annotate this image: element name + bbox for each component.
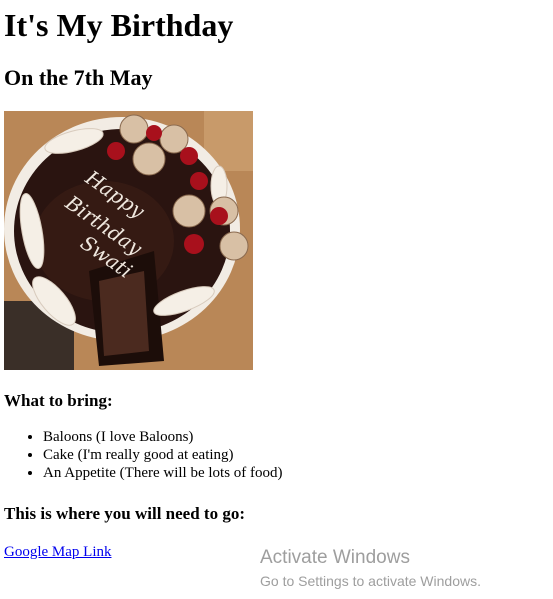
what-to-bring-heading: What to bring: [4,391,113,410]
list-item: An Appetite (There will be lots of food) [43,464,283,482]
page-title: It's My Birthday [4,7,234,43]
list-item: Cake (I'm really good at eating) [43,446,283,464]
page-subtitle: On the 7th May [4,65,153,90]
activate-windows-watermark: Activate Windows Go to Settings to activ… [260,546,481,590]
bring-list: Baloons (I love Baloons) Cake (I'm reall… [4,428,283,482]
list-item: Baloons (I love Baloons) [43,428,283,446]
watermark-title: Activate Windows [260,547,410,568]
location-heading: This is where you will need to go: [4,504,246,523]
watermark-subtitle: Go to Settings to activate Windows. [260,573,481,589]
google-map-link[interactable]: Google Map Link [4,543,111,561]
birthday-cake-image: Happy Birthday Swati [4,111,253,370]
